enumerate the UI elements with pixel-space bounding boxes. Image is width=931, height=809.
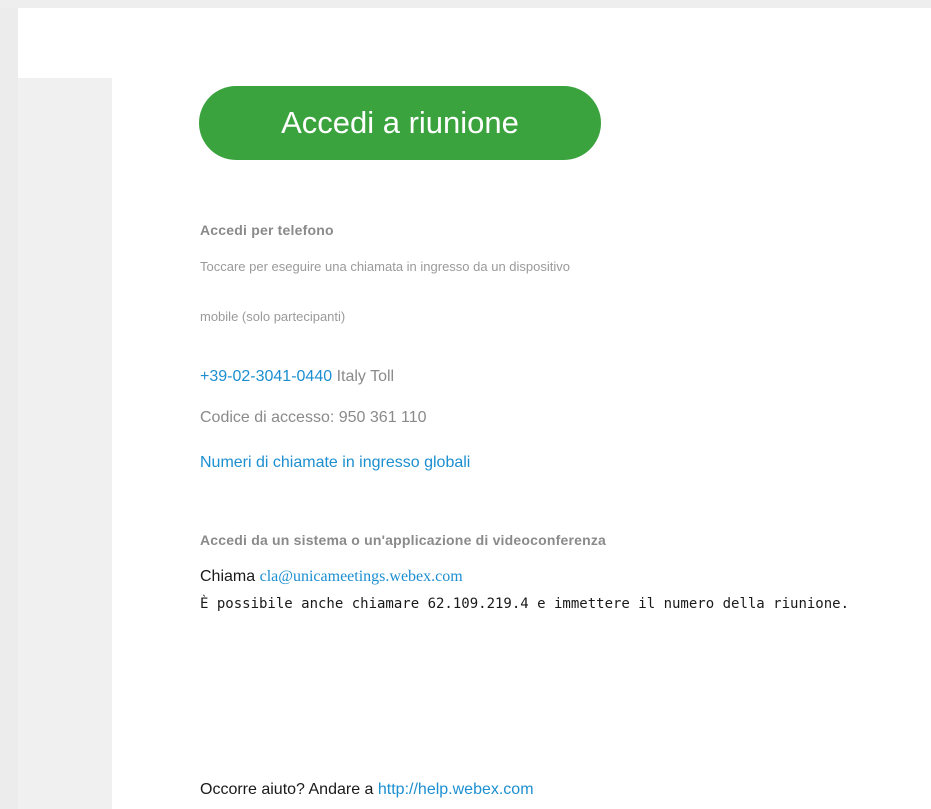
- call-label: Chiama: [200, 568, 256, 585]
- access-code-label: Codice di accesso:: [200, 409, 335, 426]
- phone-number-row: +39-02-3041-0440 Italy Toll: [200, 368, 394, 386]
- sip-address-link[interactable]: cla@unicameetings.webex.com: [260, 568, 463, 585]
- join-meeting-button[interactable]: Accedi a riunione: [199, 86, 601, 160]
- phone-number-suffix: Italy Toll: [336, 368, 395, 385]
- email-header-area: [18, 8, 931, 78]
- left-margin-strip: [0, 8, 18, 809]
- global-call-in-numbers-link[interactable]: Numeri di chiamate in ingresso globali: [200, 454, 470, 471]
- access-code-value: 950 361 110: [338, 409, 427, 426]
- email-content: Accedi a riunione Accedi per telefono To…: [112, 78, 931, 809]
- access-code-row: Codice di accesso: 950 361 110: [200, 409, 427, 427]
- global-numbers-row: Numeri di chiamate in ingresso globali: [200, 454, 470, 472]
- video-call-row: Chiama cla@unicameetings.webex.com: [200, 568, 463, 586]
- phone-join-description-line-1: Toccare per eseguire una chiamata in ing…: [200, 259, 570, 274]
- help-row: Occorre aiuto? Andare a http://help.webe…: [200, 781, 534, 799]
- phone-join-heading: Accedi per telefono: [200, 222, 334, 238]
- video-join-heading: Accedi da un sistema o un'applicazione d…: [200, 532, 607, 548]
- top-band: [0, 0, 931, 8]
- help-webex-link[interactable]: http://help.webex.com: [378, 781, 534, 798]
- ip-dial-instructions: È possibile anche chiamare 62.109.219.4 …: [200, 596, 850, 612]
- help-prefix: Occorre aiuto? Andare a: [200, 781, 374, 798]
- phone-number-link[interactable]: +39-02-3041-0440: [200, 368, 332, 385]
- phone-join-description-line-2: mobile (solo partecipanti): [200, 309, 346, 324]
